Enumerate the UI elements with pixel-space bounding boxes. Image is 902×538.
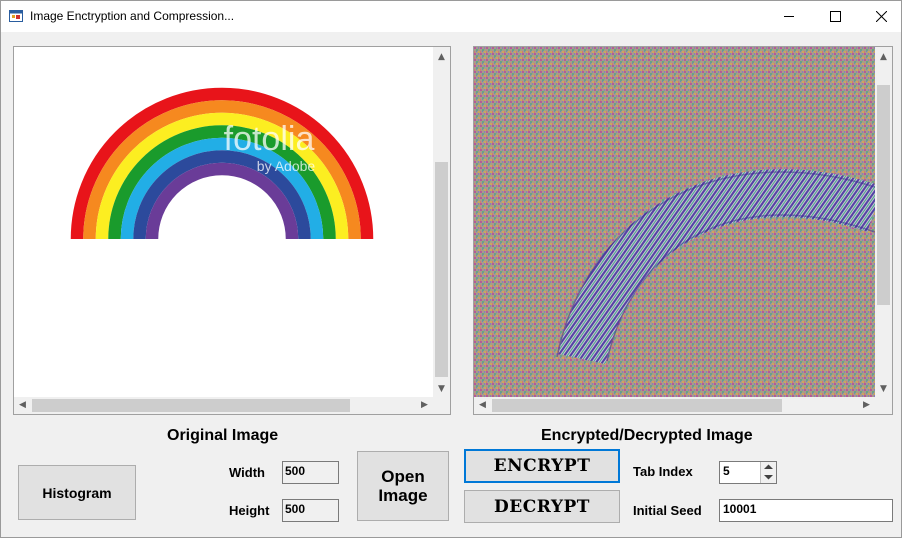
open-image-button[interactable]: Open Image: [357, 451, 449, 521]
encrypted-image-panel[interactable]: ▲ ▼ ◀ ▶: [473, 46, 893, 415]
watermark-sub: by Adobe: [257, 158, 316, 174]
close-icon: [876, 11, 887, 22]
tab-index-label: Tab Index: [633, 464, 693, 479]
scroll-corner: [433, 397, 450, 414]
original-image-caption: Original Image: [167, 427, 279, 444]
scroll-up-icon[interactable]: ▲: [433, 52, 450, 62]
scroll-right-icon[interactable]: ▶: [858, 400, 875, 410]
scroll-right-icon[interactable]: ▶: [416, 400, 433, 410]
scroll-up-icon[interactable]: ▲: [875, 52, 892, 62]
scroll-corner: [875, 397, 892, 414]
title-bar: Image Enctryption and Compression...: [1, 1, 901, 32]
minimize-button[interactable]: [766, 1, 812, 32]
original-image: fotolia by Adobe: [70, 87, 374, 239]
height-field[interactable]: 500: [282, 499, 339, 522]
tab-index-stepper[interactable]: 5: [719, 461, 777, 484]
initial-seed-label: Initial Seed: [633, 503, 702, 518]
scrollbar-thumb[interactable]: [877, 85, 890, 305]
close-button[interactable]: [858, 1, 901, 32]
encrypted-image-caption: Encrypted/Decrypted Image: [541, 427, 753, 444]
encrypted-horizontal-scrollbar[interactable]: ◀ ▶: [474, 397, 875, 414]
scroll-down-icon[interactable]: ▼: [875, 384, 892, 394]
scrollbar-thumb[interactable]: [32, 399, 350, 412]
scrollbar-thumb[interactable]: [492, 399, 782, 412]
histogram-button[interactable]: Histogram: [18, 465, 136, 520]
encrypt-button[interactable]: ENCRYPT: [464, 449, 620, 483]
height-label: Height: [229, 503, 270, 518]
decrypt-button[interactable]: DECRYPT: [464, 490, 620, 523]
scroll-down-icon[interactable]: ▼: [433, 384, 450, 394]
tab-index-value: 5: [723, 464, 730, 478]
app-form-icon: [9, 10, 23, 22]
maximize-icon: [830, 11, 841, 22]
encrypted-vertical-scrollbar[interactable]: ▲ ▼: [875, 47, 892, 397]
scrollbar-thumb[interactable]: [435, 162, 448, 377]
minimize-icon: [784, 16, 794, 17]
stepper-buttons[interactable]: [760, 462, 776, 483]
app-window: Image Enctryption and Compression... fot…: [0, 0, 902, 538]
scroll-left-icon[interactable]: ◀: [474, 400, 491, 410]
window-title: Image Enctryption and Compression...: [30, 9, 235, 23]
width-label: Width: [229, 465, 265, 480]
maximize-button[interactable]: [812, 1, 858, 32]
spin-up-icon[interactable]: [764, 464, 773, 470]
original-image-panel[interactable]: fotolia by Adobe ▲ ▼ ◀ ▶: [13, 46, 451, 415]
original-horizontal-scrollbar[interactable]: ◀ ▶: [14, 397, 433, 414]
watermark-main: fotolia: [224, 120, 315, 158]
width-field[interactable]: 500: [282, 461, 339, 484]
encrypted-image: [474, 47, 875, 397]
spin-down-icon[interactable]: [764, 474, 773, 480]
scroll-left-icon[interactable]: ◀: [14, 400, 31, 410]
initial-seed-input[interactable]: 10001: [719, 499, 893, 522]
original-vertical-scrollbar[interactable]: ▲ ▼: [433, 47, 450, 397]
